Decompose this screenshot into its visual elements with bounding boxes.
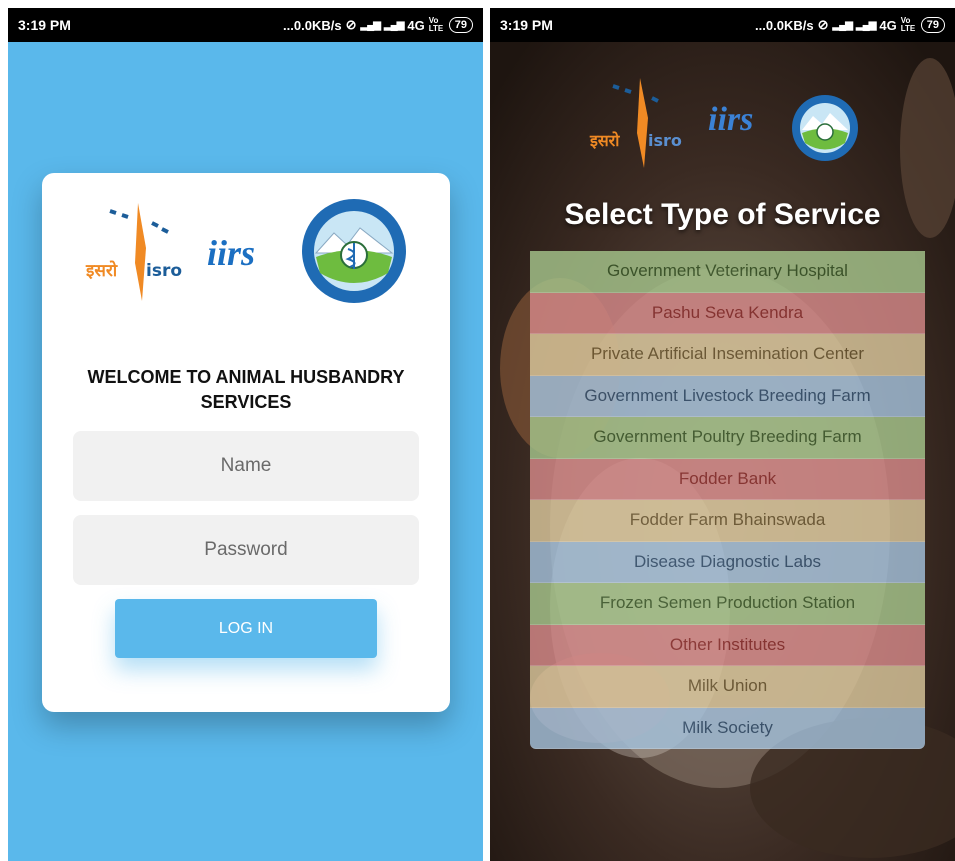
alarm-off-icon: ⊘ xyxy=(817,17,829,32)
isro-en-text: isro xyxy=(648,131,682,150)
service-option[interactable]: Government Livestock Breeding Farm xyxy=(530,375,925,417)
signal-icon: ▂▄▆ xyxy=(832,19,852,31)
service-option[interactable]: Other Institutes xyxy=(530,624,925,666)
status-bar: 3:19 PM ...0.0KB/s ⊘ ▂▄▆ ▂▄▆ 4G Vo LTE 7… xyxy=(490,8,955,42)
name-input[interactable] xyxy=(73,431,419,501)
service-option[interactable]: Fodder Bank xyxy=(530,458,925,500)
login-button[interactable]: LOG IN xyxy=(115,599,377,658)
signal-icon: ▂▄▆ xyxy=(360,19,380,31)
status-time: 3:19 PM xyxy=(500,17,553,33)
login-screen: 3:19 PM ...0.0KB/s ⊘ ▂▄▆ ▂▄▆ 4G Vo LTE 7… xyxy=(8,8,483,861)
network-type: 4G xyxy=(879,17,897,33)
isro-hindi-text: इसरो xyxy=(85,260,118,281)
isro-en-text: isro xyxy=(146,261,182,281)
service-list: Government Veterinary Hospital Pashu Seva… xyxy=(530,251,925,749)
alarm-off-icon: ⊘ xyxy=(345,17,357,32)
network-speed: ...0.0KB/s xyxy=(755,17,814,33)
isro-logo: इसरो isro xyxy=(589,78,682,168)
volte-icon: Vo LTE xyxy=(428,16,444,33)
logo-row: इसरो isro iirs xyxy=(85,199,406,303)
login-card: इसरो isro iirs WELCOME TO ANIMAL HUSBAND… xyxy=(42,173,450,712)
service-option[interactable]: Frozen Semen Production Station xyxy=(530,583,925,625)
volte-icon: Vo LTE xyxy=(900,16,916,33)
page-title: Select Type of Service xyxy=(564,198,881,231)
network-speed: ...0.0KB/s xyxy=(283,17,342,33)
department-seal-logo xyxy=(302,199,406,303)
service-option[interactable]: Government Poultry Breeding Farm xyxy=(530,417,925,459)
iirs-logo: iirs xyxy=(207,233,255,273)
service-option[interactable]: Pashu Seva Kendra xyxy=(530,292,925,334)
status-time: 3:19 PM xyxy=(18,17,71,33)
iirs-logo: iirs xyxy=(708,101,753,138)
service-select-screen: 3:19 PM ...0.0KB/s ⊘ ▂▄▆ ▂▄▆ 4G Vo LTE 7… xyxy=(490,8,955,861)
signal-icon-2: ▂▄▆ xyxy=(383,19,404,31)
isro-logo: इसरो isro xyxy=(85,203,182,301)
welcome-heading: WELCOME TO ANIMAL HUSBANDRY SERVICES xyxy=(87,367,405,412)
service-option[interactable]: Private Artificial Insemination Center xyxy=(530,334,925,376)
service-option[interactable]: Milk Society xyxy=(530,707,925,749)
service-option[interactable]: Government Veterinary Hospital xyxy=(530,251,925,293)
battery-icon: 79 xyxy=(920,17,945,33)
department-seal-logo xyxy=(792,95,858,161)
signal-icon-2: ▂▄▆ xyxy=(855,19,876,31)
service-option[interactable]: Fodder Farm Bhainswada xyxy=(530,500,925,542)
password-input[interactable] xyxy=(73,515,419,585)
isro-hindi-text: इसरो xyxy=(589,131,620,150)
service-option[interactable]: Disease Diagnostic Labs xyxy=(530,541,925,583)
battery-icon: 79 xyxy=(448,17,473,33)
network-type: 4G xyxy=(407,17,425,33)
service-option[interactable]: Milk Union xyxy=(530,666,925,708)
status-bar: 3:19 PM ...0.0KB/s ⊘ ▂▄▆ ▂▄▆ 4G Vo LTE 7… xyxy=(8,8,483,42)
logo-row: इसरो isro iirs xyxy=(589,78,858,168)
